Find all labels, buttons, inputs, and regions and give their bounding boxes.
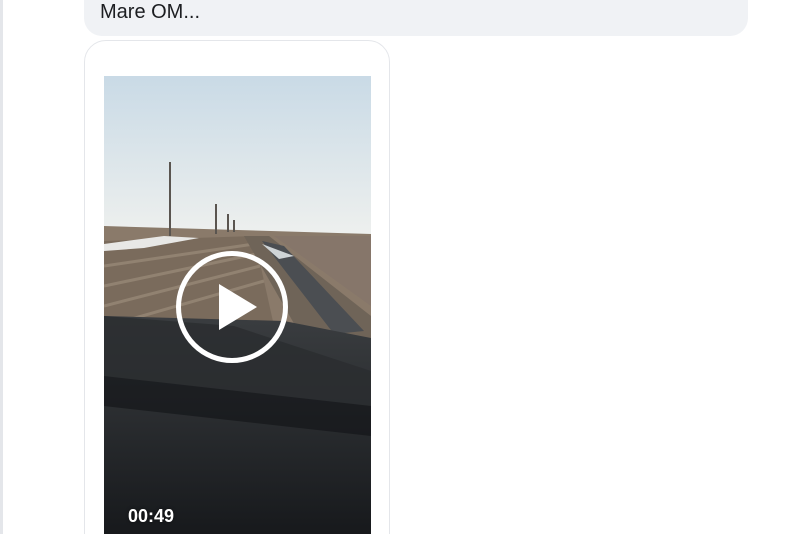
play-button[interactable] bbox=[176, 251, 288, 363]
message-bubble: Mare OM... bbox=[84, 0, 748, 36]
play-icon bbox=[219, 284, 257, 330]
left-divider bbox=[0, 0, 3, 534]
video-duration: 00:49 bbox=[128, 506, 175, 526]
page: Mare OM... 00:49 bbox=[0, 0, 800, 534]
message-text: Mare OM... bbox=[100, 1, 201, 23]
video-player[interactable]: 00:49 bbox=[104, 76, 371, 534]
